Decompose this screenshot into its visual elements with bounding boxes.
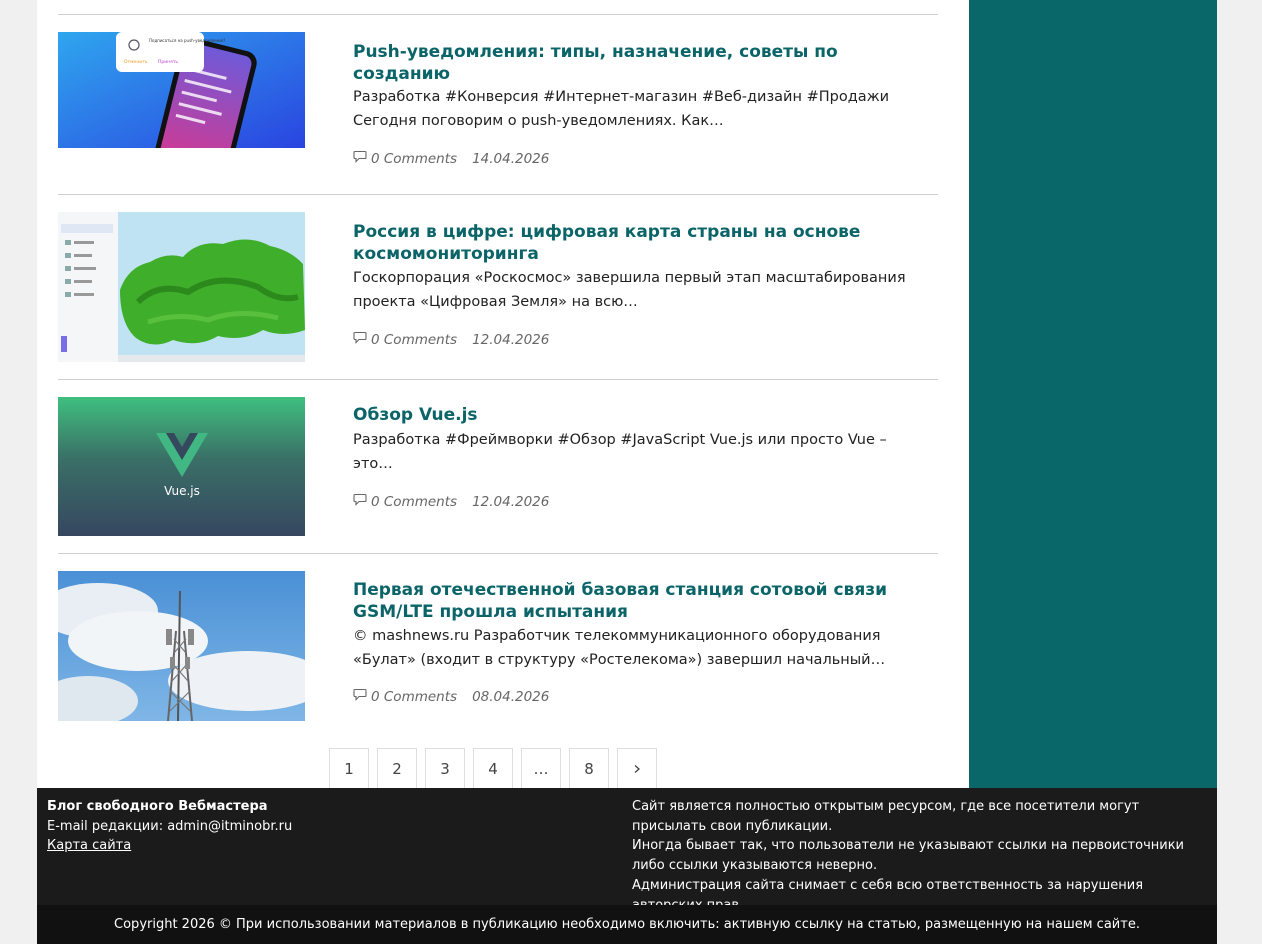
- post-meta: 0 Comments 14.04.2026: [353, 150, 549, 167]
- post-excerpt: Разработка #Фреймворки #Обзор #JavaScrip…: [353, 432, 887, 472]
- comments-link[interactable]: 0 Comments: [371, 151, 457, 167]
- post-title[interactable]: Обзор Vue.js: [353, 404, 913, 426]
- comment-icon: [353, 493, 367, 510]
- post-title[interactable]: Первая отечественной базовая станция сот…: [353, 579, 913, 623]
- page-1-button[interactable]: 1: [329, 748, 369, 788]
- main-content: Подписаться на push-уведомления? Отменит…: [37, 0, 969, 788]
- comments-link[interactable]: 0 Comments: [371, 332, 457, 348]
- copyright-text: Copyright 2026 © При использовании матер…: [114, 917, 1140, 932]
- footer-left: Блог свободного Вебмастера E-mail редакц…: [47, 797, 607, 856]
- post-thumbnail[interactable]: Подписаться на push-уведомления? Отменит…: [58, 32, 305, 148]
- footer-disclaimer: Сайт является полностью открытым ресурсо…: [632, 799, 1140, 834]
- post-thumbnail[interactable]: [58, 212, 305, 362]
- post-item: Vue.js Обзор Vue.js Разработка #Фреймвор…: [58, 397, 938, 537]
- post-date: 12.04.2026: [472, 331, 550, 348]
- post-meta: 0 Comments 08.04.2026: [353, 688, 549, 705]
- footer-site-name: Блог свободного Вебмастера: [47, 799, 268, 814]
- page-2-button[interactable]: 2: [377, 748, 417, 788]
- footer-right: Сайт является полностью открытым ресурсо…: [632, 797, 1217, 915]
- post-separator: [58, 14, 938, 15]
- page-8-button[interactable]: 8: [569, 748, 609, 788]
- post-excerpt: Разработка #Конверсия #Интернет-магазин …: [353, 89, 890, 129]
- sitemap-link[interactable]: Карта сайта: [47, 838, 131, 853]
- vue-logo-text: Vue.js: [164, 484, 200, 498]
- page-3-button[interactable]: 3: [425, 748, 465, 788]
- post-title[interactable]: Россия в цифре: цифровая карта страны на…: [353, 221, 913, 265]
- post-item: Россия в цифре: цифровая карта страны на…: [58, 212, 938, 362]
- post-meta: 0 Comments 12.04.2026: [353, 331, 549, 348]
- post-date: 12.04.2026: [472, 493, 550, 510]
- post-thumbnail[interactable]: [58, 571, 305, 721]
- footer-email: E-mail редакции: admin@itminobr.ru: [47, 818, 293, 834]
- comment-icon: [353, 688, 367, 705]
- chevron-right-icon: [634, 764, 640, 773]
- post-separator: [58, 194, 938, 195]
- post-separator: [58, 379, 938, 380]
- copyright-bar: Copyright 2026 © При использовании матер…: [37, 905, 1217, 944]
- page: Подписаться на push-уведомления? Отменит…: [0, 0, 1262, 944]
- next-page-button[interactable]: [617, 748, 657, 788]
- comments-link[interactable]: 0 Comments: [371, 689, 457, 705]
- page-ellipsis: …: [521, 748, 561, 788]
- pagination: 1 2 3 4 … 8: [329, 748, 665, 788]
- post-title[interactable]: Push-уведомления: типы, назначение, сове…: [353, 41, 913, 85]
- post-thumbnail[interactable]: Vue.js: [58, 397, 305, 536]
- post-separator: [58, 553, 938, 554]
- sidebar: [969, 0, 1217, 788]
- footer: Блог свободного Вебмастера E-mail редакц…: [37, 788, 1217, 913]
- comment-icon: [353, 331, 367, 348]
- post-excerpt: © mashnews.ru Разработчик телекоммуникац…: [353, 628, 886, 668]
- thumb-cancel-text: Отменить: [124, 59, 148, 65]
- post-item: Подписаться на push-уведомления? Отменит…: [58, 32, 938, 172]
- post-excerpt: Госкорпорация «Роскосмос» завершила перв…: [353, 270, 906, 310]
- page-4-button[interactable]: 4: [473, 748, 513, 788]
- comment-icon: [353, 150, 367, 167]
- post-date: 14.04.2026: [472, 150, 550, 167]
- post-item: Первая отечественной базовая станция сот…: [58, 571, 938, 721]
- thumb-card-text: Подписаться на push-уведомления?: [149, 38, 225, 43]
- post-date: 08.04.2026: [472, 688, 550, 705]
- post-meta: 0 Comments 12.04.2026: [353, 493, 549, 510]
- comments-link[interactable]: 0 Comments: [371, 494, 457, 510]
- footer-disclaimer: Иногда бывает так, что пользователи не у…: [632, 838, 1184, 874]
- thumb-accept-text: Принять: [158, 59, 178, 65]
